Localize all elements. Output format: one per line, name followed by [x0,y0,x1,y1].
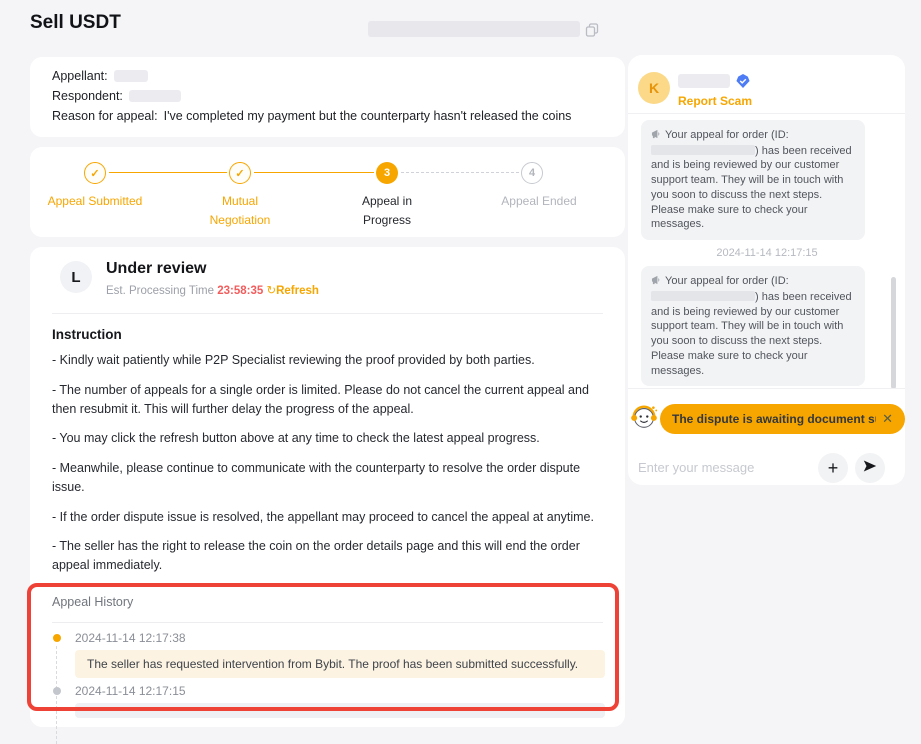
countdown-timer: 23:58:35 [217,285,263,297]
history-event-time: 2024-11-14 12:17:38 [75,631,186,645]
instruction-item: - The seller has the right to release th… [52,537,608,575]
message-input[interactable] [638,450,803,484]
chat-panel: K Report Scam Your appeal for order (ID:… [628,55,905,485]
respondent-row: Respondent: [52,89,603,103]
instruction-item: - The number of appeals for a single ord… [52,381,608,419]
appeal-progress-stepper: ✓ ✓ 3 4 Appeal Submitted Mutual Negotiat… [30,147,625,237]
timeline-dot-active [53,634,61,642]
refresh-button[interactable]: ↻Refresh [266,285,318,297]
timeline-dot-past [53,687,61,695]
under-review-clock-icon: L [60,261,92,293]
divider [628,388,905,389]
message-prefix: Your appeal for order (ID: [665,129,789,141]
reason-row: Reason for appeal: I've completed my pay… [52,109,603,123]
message-suffix: ) has been received and is being reviewe… [651,291,852,377]
plus-icon: + [828,458,839,479]
chat-timestamp: 2024-11-14 12:17:15 [641,247,893,259]
copy-icon[interactable] [585,23,599,37]
redacted-order-id [651,291,755,301]
step-2-label: Mutual Negotiation [192,192,288,229]
system-message-bubble: Your appeal for order (ID: ) has been re… [641,266,865,386]
redacted-appellant [114,70,148,82]
step-3-marker: 3 [376,162,398,184]
system-message-bubble: Your appeal for order (ID: ) has been re… [641,120,865,240]
avatar: K [638,72,670,104]
instruction-item: - If the order dispute issue is resolved… [52,508,608,527]
appellant-label: Appellant: [52,69,108,83]
redacted-counterparty-name [678,74,730,88]
status-title: Under review [106,260,206,278]
instruction-item: - Meanwhile, please continue to communic… [52,459,608,497]
step-connector-2 [254,172,374,173]
instruction-item: - You may click the refresh button above… [52,429,608,448]
instruction-list: - Kindly wait patiently while P2P Specia… [52,351,608,586]
message-prefix: Your appeal for order (ID: [665,275,789,287]
redacted-order-id [368,21,580,37]
dispute-notification-banner[interactable]: The dispute is awaiting document sub... … [660,404,905,434]
instruction-title: Instruction [52,327,122,342]
divider [52,622,603,623]
step-2-check-icon: ✓ [229,162,251,184]
megaphone-icon [651,129,662,144]
message-suffix: ) has been received and is being reviewe… [651,145,852,231]
verified-badge-icon [736,74,750,88]
processing-time-row: Est. Processing Time 23:58:35 ↻Refresh [106,283,319,297]
step-4-label: Appeal Ended [484,192,594,211]
megaphone-icon [651,275,662,290]
redacted-respondent [129,90,181,102]
instruction-item: - Kindly wait patiently while P2P Specia… [52,351,608,370]
history-event-time: 2024-11-14 12:17:15 [75,684,186,698]
step-1-label: Appeal Submitted [47,192,143,211]
refresh-icon: ↻ [266,285,276,297]
send-icon [862,459,878,478]
appeal-info-card: Appellant: Respondent: Reason for appeal… [30,57,625,137]
step-connector-1 [109,172,227,173]
send-button[interactable] [855,453,885,483]
support-bot-mascot-icon[interactable] [629,402,659,432]
appeal-status-card: L Under review Est. Processing Time 23:5… [30,247,625,727]
attach-button[interactable]: + [818,453,848,483]
redacted-order-id [651,145,755,155]
step-1-check-icon: ✓ [84,162,106,184]
divider [52,313,603,314]
close-icon[interactable]: ✕ [882,411,893,427]
history-event-text-truncated [75,703,605,718]
reason-label: Reason for appeal: [52,109,158,123]
timeline-line [56,646,57,744]
appellant-row: Appellant: [52,69,603,83]
chat-message-list[interactable]: Your appeal for order (ID: ) has been re… [628,114,905,388]
step-connector-3 [401,172,519,173]
appeal-history-title: Appeal History [52,595,133,609]
respondent-label: Respondent: [52,89,123,103]
step-3-label: Appeal in Progress [339,192,435,229]
page-title: Sell USDT [30,12,121,34]
report-scam-button[interactable]: Report Scam [678,94,752,108]
est-processing-label: Est. Processing Time [106,285,214,297]
history-event-text: The seller has requested intervention fr… [75,650,605,678]
reason-text: I've completed my payment but the counte… [164,109,572,123]
chat-scrollbar[interactable] [891,277,896,389]
step-4-marker: 4 [521,162,543,184]
notification-text: The dispute is awaiting document sub... [672,412,876,426]
